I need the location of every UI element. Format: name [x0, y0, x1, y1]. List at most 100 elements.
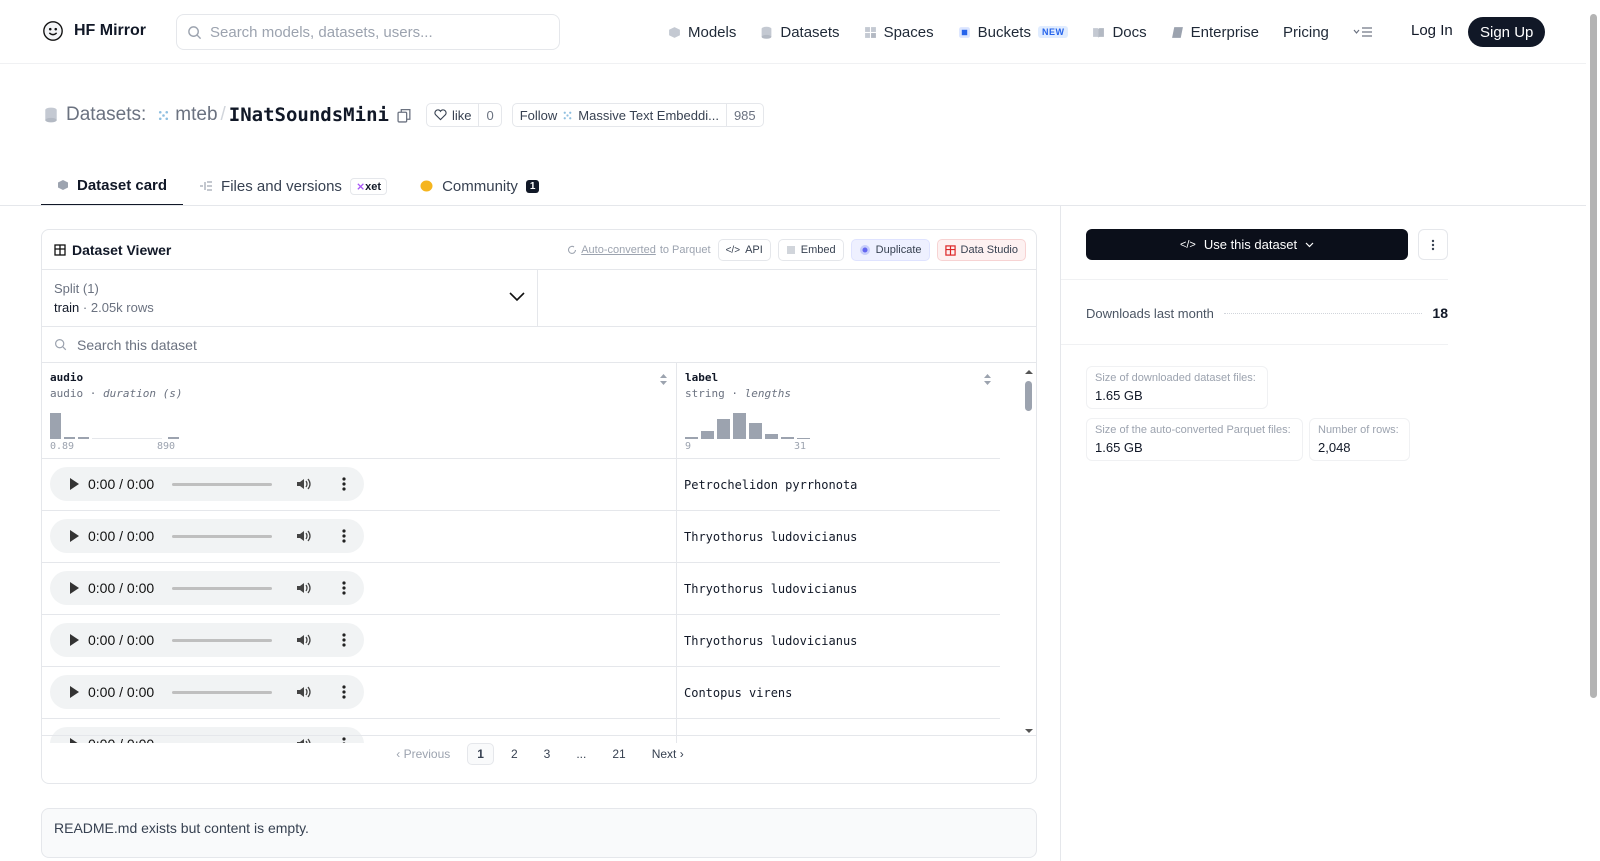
audio-player[interactable]: 0:00 / 0:00 [50, 623, 364, 657]
tab-dataset-card[interactable]: Dataset card [41, 166, 184, 206]
nav-pricing-label: Pricing [1283, 23, 1329, 41]
sort-icon[interactable] [983, 373, 992, 386]
split-name: train [54, 300, 80, 315]
table-row: 0:00 / 0:00 Thryothorus ludovicianus [42, 563, 1000, 615]
duplicate-button[interactable]: Duplicate [850, 239, 930, 261]
audio-seek-bar[interactable] [172, 482, 273, 486]
tab-community[interactable]: Community 1 [403, 166, 555, 206]
histogram-bar [797, 438, 810, 439]
play-icon[interactable] [68, 633, 80, 647]
org-link[interactable]: mteb [175, 104, 217, 126]
follower-count: 985 [725, 104, 763, 126]
global-search-input[interactable] [210, 23, 540, 41]
histogram-bar [701, 431, 714, 439]
files-icon [200, 181, 213, 191]
table-scrollbar-thumb[interactable] [1025, 381, 1032, 411]
embed-button[interactable]: Embed [777, 239, 844, 261]
login-link[interactable]: Log In [1411, 22, 1453, 39]
api-button[interactable]: </> API [717, 239, 771, 261]
table-scrollbar[interactable] [1022, 363, 1036, 743]
global-search[interactable] [176, 14, 560, 50]
audio-seek-bar[interactable] [172, 586, 273, 590]
histogram-bar [92, 438, 162, 439]
use-this-dataset-button[interactable]: </> Use this dataset [1086, 229, 1408, 260]
audio-player[interactable]: 0:00 / 0:00 [50, 571, 364, 605]
tab-community-label: Community [442, 177, 518, 195]
play-icon[interactable] [68, 529, 80, 543]
split-label: Split (1) [54, 281, 99, 296]
split-selector[interactable]: Split (1) train · 2.05k rows [42, 270, 538, 326]
kebab-menu-icon[interactable] [342, 685, 346, 699]
more-options-button[interactable] [1418, 229, 1448, 260]
auto-converted-suffix: to Parquet [659, 244, 711, 256]
tab-files-and-versions[interactable]: Files and versions ⨯xet [183, 166, 403, 206]
nav-spaces[interactable]: Spaces [864, 18, 934, 46]
nav-buckets[interactable]: Buckets NEW [958, 18, 1069, 46]
kebab-menu-icon[interactable] [342, 529, 346, 543]
page-scrollbar[interactable] [1586, 0, 1600, 861]
data-studio-button[interactable]: Data Studio [936, 239, 1026, 261]
volume-icon[interactable] [296, 529, 312, 543]
nav-more-menu[interactable] [1353, 18, 1373, 46]
copy-icon[interactable] [397, 108, 412, 123]
audio-player[interactable]: 0:00 / 0:00 [50, 519, 364, 553]
stat-label: Size of the auto-converted Parquet files… [1095, 424, 1291, 436]
volume-icon[interactable] [296, 477, 312, 491]
nav-buckets-label: Buckets [977, 23, 1031, 41]
volume-icon[interactable] [296, 581, 312, 595]
follow-button[interactable]: Follow Massive Text Embeddi... 985 [511, 103, 764, 127]
nav-datasets[interactable]: Datasets [760, 18, 840, 46]
viewer-search[interactable] [42, 327, 1036, 363]
histogram-bar [78, 437, 89, 439]
follow-label: Follow [519, 107, 558, 123]
top-navbar: HF Mirror Models Datasets Spaces Buckets… [0, 0, 1586, 64]
kebab-menu-icon[interactable] [342, 477, 346, 491]
nav-pricing[interactable]: Pricing [1283, 18, 1329, 46]
audio-seek-bar[interactable] [172, 690, 273, 694]
datasets-icon [761, 26, 772, 39]
sort-icon[interactable] [659, 373, 668, 386]
label-histogram [685, 411, 835, 439]
page-scrollbar-thumb[interactable] [1590, 14, 1597, 698]
audio-player[interactable]: 0:00 / 0:00 [50, 467, 364, 501]
scroll-up-icon[interactable] [1022, 367, 1036, 377]
auto-converted-note[interactable]: Auto-converted to Parquet [567, 244, 711, 256]
like-button[interactable]: like 0 [425, 103, 502, 127]
play-icon[interactable] [68, 685, 80, 699]
signup-button[interactable]: Sign Up [1468, 17, 1546, 47]
split-selector-row: Split (1) train · 2.05k rows [42, 270, 1036, 327]
kebab-menu-icon[interactable] [342, 633, 346, 647]
brand-link[interactable]: HF Mirror [42, 20, 146, 42]
nav-enterprise[interactable]: Enterprise [1171, 18, 1259, 46]
audio-seek-bar[interactable] [172, 638, 273, 642]
datasets-breadcrumb[interactable]: Datasets: [66, 104, 146, 126]
play-icon[interactable] [68, 477, 80, 491]
downloads-stat: Downloads last month 18 [1086, 305, 1448, 321]
community-count-badge: 1 [525, 179, 540, 193]
search-icon [188, 25, 202, 39]
auto-converted-link[interactable]: Auto-converted [581, 244, 656, 256]
nav-docs[interactable]: Docs [1092, 18, 1147, 46]
page-button-1[interactable]: 1 [467, 742, 494, 765]
nav-spaces-label: Spaces [883, 23, 934, 41]
viewer-search-input[interactable] [77, 336, 677, 353]
volume-icon[interactable] [296, 685, 312, 699]
previous-page-button[interactable]: ‹ Previous [387, 744, 459, 764]
page-button-2[interactable]: 2 [502, 744, 527, 764]
org-avatar-small-icon [563, 111, 572, 119]
dataset-name[interactable]: INatSoundsMini [229, 104, 389, 126]
nav-models[interactable]: Models [668, 18, 736, 46]
column-header-audio[interactable]: audio audio · duration (s) 0.89 890 [42, 363, 676, 459]
next-page-button[interactable]: Next › [643, 744, 693, 764]
audio-seek-bar[interactable] [172, 534, 273, 538]
audio-player[interactable]: 0:00 / 0:00 [50, 675, 364, 709]
column-header-label[interactable]: label string · lengths 9 31 [677, 363, 1000, 459]
kebab-menu-icon[interactable] [342, 581, 346, 595]
split-row-count: 2.05k rows [90, 300, 154, 315]
play-icon[interactable] [68, 581, 80, 595]
histogram-bar [717, 419, 730, 439]
volume-icon[interactable] [296, 633, 312, 647]
page-button-3[interactable]: 3 [535, 744, 560, 764]
like-count: 0 [478, 104, 500, 126]
page-button-21[interactable]: 21 [603, 744, 634, 764]
